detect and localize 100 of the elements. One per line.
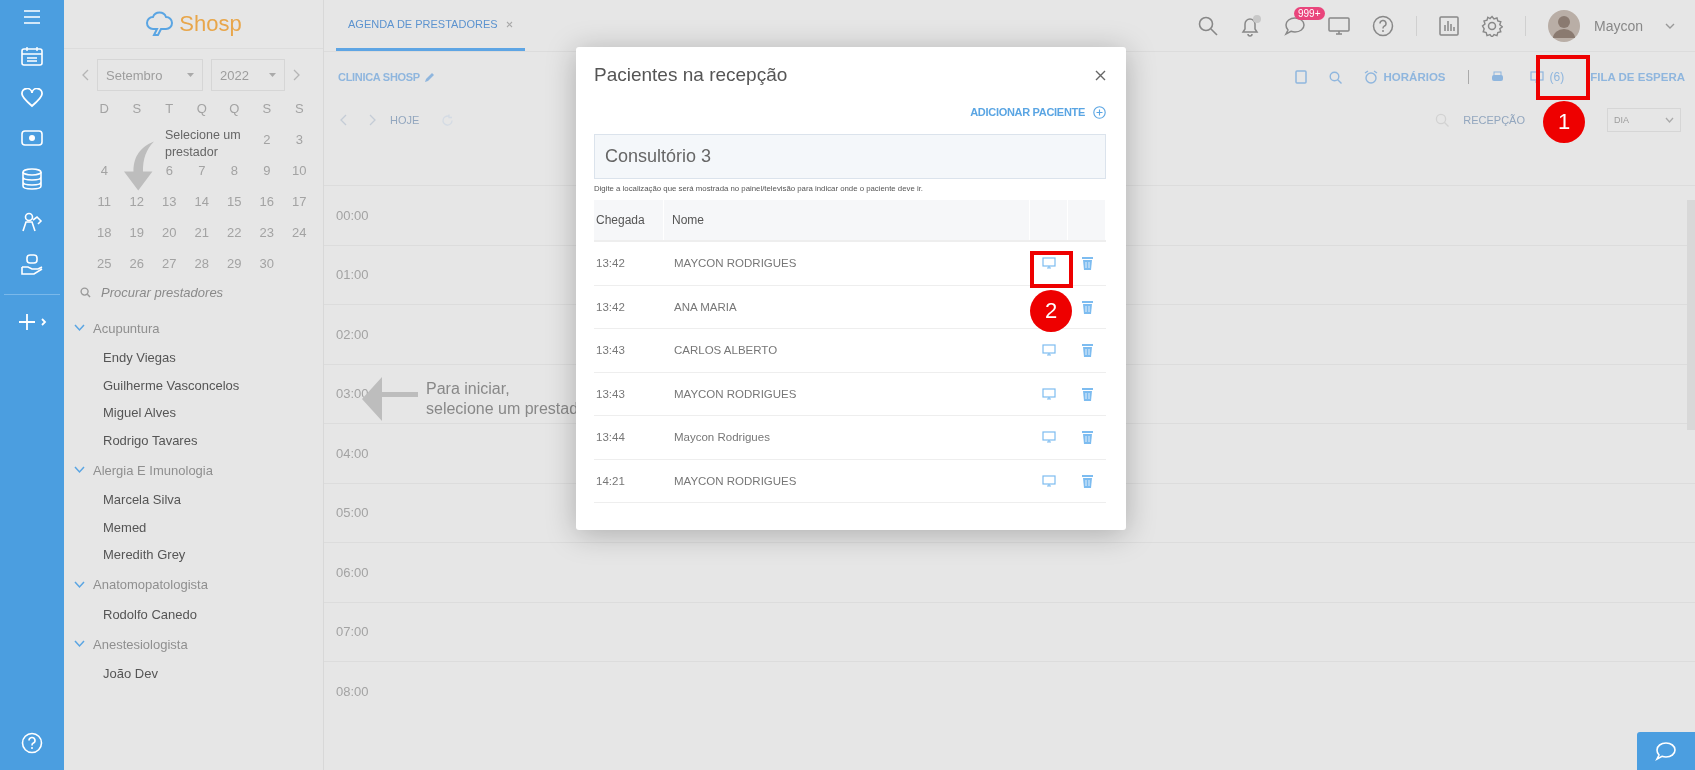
calendar-day[interactable]: 3 bbox=[283, 132, 316, 149]
add-patient-link[interactable]: ADICIONAR PACIENTE bbox=[970, 106, 1085, 118]
help-icon[interactable] bbox=[1371, 14, 1394, 37]
chat-button[interactable] bbox=[1637, 732, 1695, 770]
avatar-icon[interactable] bbox=[1547, 9, 1580, 42]
monitor-icon[interactable] bbox=[1042, 387, 1056, 400]
month-select[interactable]: Setembro bbox=[97, 59, 203, 91]
calendar-day[interactable]: 9 bbox=[250, 163, 283, 180]
bell-icon[interactable] bbox=[1239, 14, 1262, 37]
calendar-icon[interactable] bbox=[21, 46, 43, 66]
monitor-icon[interactable] bbox=[1042, 474, 1056, 487]
printer-icon[interactable] bbox=[1490, 70, 1504, 84]
trash-icon[interactable] bbox=[1081, 299, 1093, 314]
database-icon[interactable] bbox=[22, 168, 42, 190]
tab[interactable]: AGENDA DE PRESTADORES bbox=[336, 0, 525, 51]
trash-icon[interactable] bbox=[1081, 430, 1093, 445]
monitor-icon[interactable] bbox=[1042, 344, 1056, 357]
search-icon[interactable] bbox=[1197, 15, 1218, 36]
bar-chart-icon[interactable] bbox=[1438, 15, 1459, 36]
calendar-day[interactable]: 22 bbox=[218, 225, 251, 242]
calendar-day[interactable]: 27 bbox=[153, 256, 186, 273]
provider-item[interactable]: Endy Viegas bbox=[64, 344, 323, 372]
logo-text: Shosp bbox=[179, 11, 242, 37]
specialty-item[interactable]: Alergia E Imunologia bbox=[64, 454, 323, 486]
calendar-day[interactable]: 20 bbox=[153, 225, 186, 242]
provider-item[interactable]: Miguel Alves bbox=[64, 399, 323, 427]
user-name[interactable]: Maycon bbox=[1593, 17, 1643, 34]
calendar-day[interactable]: 10 bbox=[283, 163, 316, 180]
previous-month-icon[interactable] bbox=[82, 69, 89, 81]
trash-icon[interactable] bbox=[1081, 256, 1093, 271]
chat-icon[interactable] bbox=[1283, 15, 1306, 36]
trash-icon[interactable] bbox=[1081, 386, 1093, 401]
book-icon[interactable] bbox=[1294, 70, 1307, 84]
view-select[interactable]: DIA bbox=[1607, 108, 1681, 132]
calendar-day[interactable]: 26 bbox=[120, 256, 153, 273]
calendar-day[interactable]: 8 bbox=[218, 163, 251, 180]
calendar-day[interactable]: 7 bbox=[185, 163, 218, 180]
monitor-icon[interactable] bbox=[1042, 431, 1056, 444]
previous-icon[interactable] bbox=[340, 114, 347, 126]
heart-icon[interactable] bbox=[21, 88, 43, 108]
specialty-item[interactable]: Acupuntura bbox=[64, 312, 323, 344]
table-cell-text: CARLOS ALBERTO bbox=[673, 344, 779, 357]
provider-item[interactable]: Rodolfo Canedo bbox=[64, 600, 323, 628]
provider-item[interactable]: Marcela Silva bbox=[64, 486, 323, 514]
schedules-link[interactable]: HORÁRIOS bbox=[1383, 71, 1446, 83]
add-icon[interactable] bbox=[17, 313, 47, 331]
search-icon[interactable] bbox=[1328, 70, 1342, 84]
next-month-icon[interactable] bbox=[293, 69, 300, 81]
specialty-item[interactable]: Anatomopatologista bbox=[64, 568, 323, 601]
calendar-day[interactable]: 17 bbox=[283, 194, 316, 211]
calendar-day[interactable]: 21 bbox=[185, 225, 218, 242]
calendar-day[interactable]: 2 bbox=[250, 132, 283, 149]
hand-icon[interactable] bbox=[21, 254, 43, 276]
waiting-list-link[interactable]: FILA DE ESPERA bbox=[1590, 71, 1685, 83]
specialty-item[interactable]: Anestesiologista bbox=[64, 628, 323, 660]
clinic-link[interactable]: CLINICA SHOSP bbox=[338, 71, 420, 83]
menu-icon[interactable] bbox=[23, 10, 41, 24]
provider-search-field[interactable]: Procurar prestadores bbox=[99, 283, 303, 301]
location-field[interactable]: Consultório 3 bbox=[594, 134, 1106, 179]
next-icon[interactable] bbox=[369, 114, 376, 126]
caret-icon[interactable] bbox=[1665, 22, 1675, 29]
start-hint-line: Para iniciar, bbox=[426, 379, 511, 399]
trash-icon[interactable] bbox=[1081, 343, 1093, 358]
today-button[interactable]: HOJE bbox=[390, 114, 420, 126]
calendar-day[interactable]: 6 bbox=[153, 163, 186, 180]
calendar-day[interactable]: 4 bbox=[88, 163, 121, 180]
money-icon[interactable] bbox=[21, 130, 43, 146]
provider-item[interactable]: Rodrigo Tavares bbox=[64, 426, 323, 454]
reception-button[interactable]: (6) bbox=[1525, 70, 1569, 84]
calendar-day[interactable]: 16 bbox=[250, 194, 283, 211]
settings-icon[interactable] bbox=[1480, 14, 1503, 37]
pencil-icon[interactable] bbox=[423, 71, 435, 83]
calendar-day[interactable]: 15 bbox=[218, 194, 251, 211]
calendar-day[interactable]: 30 bbox=[250, 256, 283, 273]
provider-item[interactable]: Meredith Grey bbox=[64, 541, 323, 569]
provider-item[interactable]: Memed bbox=[64, 513, 323, 541]
monitor-icon[interactable] bbox=[1327, 15, 1350, 36]
calendar-day[interactable]: 25 bbox=[88, 256, 121, 273]
people-icon[interactable] bbox=[21, 212, 43, 232]
reception-filter[interactable]: RECEPÇÃO bbox=[1463, 114, 1525, 126]
provider-item[interactable]: João Dev bbox=[64, 660, 323, 688]
calendar-day[interactable]: 18 bbox=[88, 225, 121, 242]
calendar-day[interactable]: 29 bbox=[218, 256, 251, 273]
calendar-day[interactable]: 12 bbox=[120, 194, 153, 211]
calendar-day[interactable]: 24 bbox=[283, 225, 316, 242]
calendar-day[interactable]: 23 bbox=[250, 225, 283, 242]
calendar-day[interactable]: 13 bbox=[153, 194, 186, 211]
hour-label: 06:00 bbox=[336, 564, 369, 580]
calendar-day[interactable]: 28 bbox=[185, 256, 218, 273]
calendar-day[interactable]: 19 bbox=[120, 225, 153, 242]
trash-icon[interactable] bbox=[1081, 473, 1093, 488]
calendar-day[interactable]: 11 bbox=[88, 194, 121, 211]
add-circle-icon[interactable] bbox=[1093, 105, 1106, 119]
provider-item[interactable]: Guilherme Vasconcelos bbox=[64, 371, 323, 399]
table-cell-text: MAYCON RODRIGUES bbox=[673, 474, 798, 487]
monitor-icon[interactable] bbox=[1042, 257, 1056, 270]
year-select[interactable]: 2022 bbox=[211, 59, 285, 91]
close-icon[interactable] bbox=[1095, 69, 1106, 81]
calendar-day[interactable]: 14 bbox=[185, 194, 218, 211]
column-header: Chegada bbox=[594, 200, 664, 240]
